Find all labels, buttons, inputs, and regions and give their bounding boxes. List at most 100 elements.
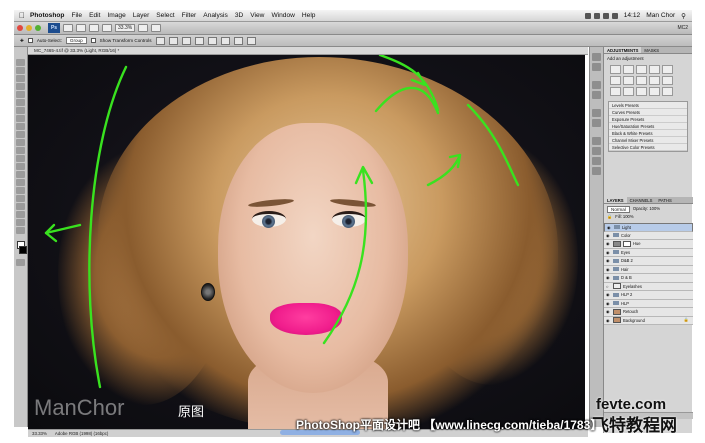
healing-brush-tool[interactable] (16, 107, 25, 114)
marquee-tool[interactable] (16, 67, 25, 74)
pen-tool[interactable] (16, 171, 25, 178)
app-menu[interactable]: Photoshop (30, 12, 64, 19)
visibility-eye-icon[interactable]: ◉ (606, 258, 611, 263)
menu-filter[interactable]: Filter (182, 12, 197, 19)
color-panel-icon[interactable] (592, 81, 601, 89)
visibility-eye-icon[interactable]: ◉ (606, 309, 611, 314)
layer-mask-thumbnail[interactable] (623, 240, 631, 247)
hand-tool-button[interactable] (89, 24, 99, 32)
zoom-level[interactable]: 33.3% (115, 24, 136, 32)
clone-stamp-tool[interactable] (16, 123, 25, 130)
align-top-button[interactable] (155, 36, 165, 45)
distribute-button[interactable] (233, 36, 243, 45)
document-canvas[interactable]: ManChor 原图 (28, 55, 585, 429)
fill-field[interactable]: Fill: 100% (615, 214, 633, 220)
color-balance-icon[interactable] (623, 76, 634, 85)
visibility-eye-icon[interactable]: ◉ (606, 233, 611, 238)
visibility-eye-icon[interactable]: ◉ (606, 292, 611, 297)
layer-row-eyelashes[interactable]: ○ Eyelashes (604, 282, 693, 291)
layer-row-hlp[interactable]: ◉ HLP (604, 299, 693, 308)
opacity-field[interactable]: Opacity: 100% (633, 206, 660, 213)
layer-row-db[interactable]: ◉ D & B (604, 274, 693, 283)
crop-tool[interactable] (16, 91, 25, 98)
visibility-eye-icon[interactable]: ◉ (606, 267, 611, 272)
apple-icon[interactable]:  (14, 11, 30, 20)
history-brush-tool[interactable] (16, 131, 25, 138)
tab-channels[interactable]: CHANNELS (627, 197, 656, 203)
brightness-contrast-icon[interactable] (610, 65, 621, 74)
tab-adjustments[interactable]: ADJUSTMENTS (604, 47, 642, 53)
align-right-button[interactable] (220, 36, 230, 45)
vibrance-icon[interactable] (662, 65, 673, 74)
align-bottom-button[interactable] (181, 36, 191, 45)
align-center-button[interactable] (207, 36, 217, 45)
preset-selective-color[interactable]: Selective Color Presets (609, 144, 687, 151)
mini-bridge-button[interactable] (76, 24, 86, 32)
tray-icons[interactable] (584, 12, 618, 19)
quick-mask-button[interactable] (16, 259, 25, 266)
screen-mode-button[interactable] (151, 24, 162, 32)
levels-icon[interactable] (623, 65, 634, 74)
preset-exposure[interactable]: Exposure Presets (609, 116, 687, 123)
layer-row-hair[interactable]: ◉ Hair (604, 265, 693, 274)
transform-controls-checkbox[interactable] (90, 38, 96, 43)
exposure-icon[interactable] (649, 65, 660, 74)
workspace-switcher[interactable]: MC2 (677, 25, 688, 31)
dodge-tool[interactable] (16, 163, 25, 170)
menu-analysis[interactable]: Analysis (203, 12, 228, 19)
gradient-map-icon[interactable] (649, 87, 660, 96)
status-zoom[interactable]: 33.33% (32, 431, 47, 436)
character-panel-icon[interactable] (592, 109, 601, 117)
layer-row-hue[interactable]: ◉ Hue (604, 240, 693, 249)
zoom-tool-button[interactable] (102, 24, 112, 32)
menu-view[interactable]: View (250, 12, 264, 19)
clone-source-panel-icon[interactable] (592, 147, 601, 155)
visibility-eye-icon[interactable]: ◉ (606, 250, 611, 255)
curves-icon[interactable] (636, 65, 647, 74)
blur-tool[interactable] (16, 155, 25, 162)
visibility-eye-icon[interactable]: ◉ (606, 241, 611, 246)
visibility-eye-icon[interactable]: ◉ (606, 318, 611, 323)
preset-curves[interactable]: Curves Presets (609, 109, 687, 116)
preset-channel-mixer[interactable]: Channel Mixer Presets (609, 137, 687, 144)
3d-camera-tool[interactable] (16, 211, 25, 218)
align-left-button[interactable] (194, 36, 204, 45)
user-name[interactable]: Man Chor (646, 12, 675, 19)
minimize-window-icon[interactable] (26, 25, 32, 31)
document-tab[interactable]: MC_7465-4.tif @ 33.3% (Light, RGB/16) * (28, 47, 588, 55)
menu-select[interactable]: Select (156, 12, 174, 19)
swatches-panel-icon[interactable] (592, 91, 601, 99)
visibility-eye-icon[interactable]: ◉ (606, 301, 611, 306)
layer-row-background[interactable]: ◉ Background 🔒 (604, 316, 693, 325)
blend-mode-dropdown[interactable]: Normal (607, 206, 630, 213)
auto-select-checkbox[interactable] (27, 38, 33, 43)
spotlight-icon[interactable]: ⚲ (681, 12, 686, 20)
eyedropper-tool[interactable] (16, 99, 25, 106)
auto-align-button[interactable] (246, 36, 256, 45)
layer-row-color[interactable]: ◉ Color (604, 231, 693, 240)
preset-hue-saturation[interactable]: Hue/Saturation Presets (609, 123, 687, 130)
black-white-icon[interactable] (636, 76, 647, 85)
paragraph-panel-icon[interactable] (592, 119, 601, 127)
auto-select-dropdown[interactable]: Group (65, 37, 87, 44)
move-tool-icon[interactable]: ✚ (20, 38, 24, 44)
shape-tool[interactable] (16, 195, 25, 202)
menu-3d[interactable]: 3D (235, 12, 243, 19)
preset-black-white[interactable]: Black & White Presets (609, 130, 687, 137)
channel-mixer-icon[interactable] (662, 76, 673, 85)
type-tool[interactable] (16, 179, 25, 186)
threshold-icon[interactable] (636, 87, 647, 96)
posterize-icon[interactable] (623, 87, 634, 96)
quick-select-tool[interactable] (16, 83, 25, 90)
brush-panel-icon[interactable] (592, 137, 601, 145)
hand-tool[interactable] (16, 219, 25, 226)
preset-levels[interactable]: Levels Presets (609, 102, 687, 109)
menu-image[interactable]: Image (107, 12, 125, 19)
lasso-tool[interactable] (16, 75, 25, 82)
menu-help[interactable]: Help (302, 12, 316, 19)
visibility-eye-icon[interactable]: ◉ (607, 225, 612, 230)
menu-file[interactable]: File (71, 12, 82, 19)
layer-row-light[interactable]: ◉ Light (604, 223, 693, 232)
align-middle-button[interactable] (168, 36, 178, 45)
visibility-eye-icon[interactable]: ○ (606, 284, 611, 289)
